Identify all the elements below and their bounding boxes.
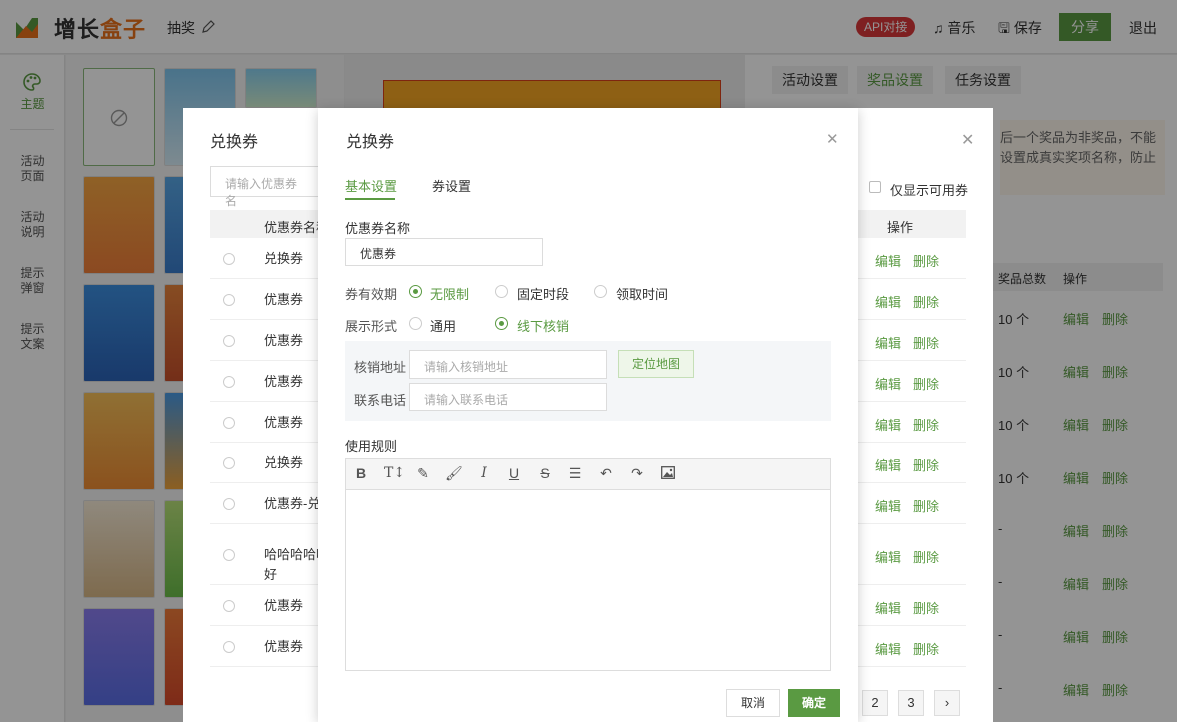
row-radio[interactable] — [223, 334, 235, 347]
page-3-button[interactable]: 3 — [898, 690, 924, 716]
display-general-radio[interactable] — [409, 317, 422, 330]
bold-icon[interactable]: B — [353, 465, 369, 481]
validity-unlimited-radio[interactable] — [409, 285, 422, 298]
image-icon[interactable] — [661, 466, 675, 479]
validity-unlimited-label[interactable]: 无限制 — [430, 284, 469, 303]
row-radio[interactable] — [223, 375, 235, 388]
display-general-label[interactable]: 通用 — [430, 316, 456, 335]
next-page-button[interactable]: › — [934, 690, 960, 716]
address-input[interactable]: 请输入核销地址 — [409, 350, 607, 379]
row-radio[interactable] — [223, 497, 235, 510]
validity-label: 券有效期 — [345, 287, 398, 302]
delete-link[interactable]: 删除 — [913, 374, 939, 393]
tab-basic-settings[interactable]: 基本设置 — [345, 176, 397, 195]
row-radio[interactable] — [223, 640, 235, 653]
delete-link[interactable]: 删除 — [913, 496, 939, 515]
page-2-button[interactable]: 2 — [862, 690, 888, 716]
validity-fixed-label[interactable]: 固定时段 — [517, 284, 569, 303]
strikethrough-icon[interactable]: S — [537, 465, 553, 481]
rule-editor[interactable] — [345, 490, 831, 671]
row-radio[interactable] — [223, 293, 235, 306]
edit-link[interactable]: 编辑 — [875, 251, 901, 270]
row-radio[interactable] — [223, 457, 235, 469]
display-label: 展示形式 — [345, 319, 398, 334]
delete-link[interactable]: 删除 — [913, 455, 939, 474]
edit-link[interactable]: 编辑 — [875, 598, 901, 617]
coupon-name-input[interactable]: 优惠券 — [345, 238, 543, 266]
display-offline-radio[interactable] — [495, 317, 508, 330]
delete-link[interactable]: 删除 — [913, 292, 939, 311]
close-icon[interactable]: ✕ — [826, 130, 839, 148]
only-available-label: 仅显示可用券 — [890, 183, 969, 198]
delete-link[interactable]: 删除 — [913, 547, 939, 566]
tab-coupon-settings[interactable]: 券设置 — [432, 176, 471, 195]
text-size-icon[interactable]: T↕ — [384, 465, 405, 481]
only-available-checkbox[interactable] — [869, 181, 881, 193]
coupon-name-label: 优惠券名称 — [345, 221, 411, 236]
edit-link[interactable]: 编辑 — [875, 496, 901, 515]
undo-icon[interactable]: ↶ — [598, 465, 614, 482]
coupon-select-title: 兑换券 — [210, 134, 259, 151]
edit-link[interactable]: 编辑 — [875, 333, 901, 352]
align-icon[interactable]: ☰ — [567, 465, 583, 482]
col-op: 操作 — [887, 220, 914, 235]
edit-link[interactable]: 编辑 — [875, 292, 901, 311]
address-label: 核销地址 — [354, 360, 407, 375]
display-offline-label[interactable]: 线下核销 — [517, 316, 569, 335]
italic-icon[interactable]: I — [476, 465, 492, 481]
edit-link[interactable]: 编辑 — [875, 547, 901, 566]
validity-claim-radio[interactable] — [594, 285, 607, 298]
dialog-title: 兑换券 — [346, 134, 395, 151]
phone-input[interactable]: 请输入联系电话 — [409, 383, 607, 411]
locate-map-button[interactable]: 定位地图 — [618, 350, 694, 378]
brush-icon[interactable]: 🖌 — [445, 465, 463, 482]
confirm-button[interactable]: 确定 — [788, 689, 840, 717]
edit-link[interactable]: 编辑 — [875, 639, 901, 658]
row-radio[interactable] — [223, 252, 235, 265]
cancel-button[interactable]: 取消 — [726, 689, 780, 717]
delete-link[interactable]: 删除 — [913, 415, 939, 434]
row-radio[interactable] — [223, 416, 235, 429]
row-radio[interactable] — [223, 599, 235, 612]
phone-label: 联系电话 — [354, 393, 407, 408]
validity-fixed-radio[interactable] — [495, 285, 508, 298]
row-radio[interactable] — [223, 548, 235, 561]
delete-link[interactable]: 删除 — [913, 598, 939, 617]
edit-link[interactable]: 编辑 — [875, 415, 901, 434]
usage-rule-label: 使用规则 — [345, 439, 398, 454]
close-icon[interactable]: ✕ — [961, 130, 974, 150]
edit-link[interactable]: 编辑 — [875, 374, 901, 393]
delete-link[interactable]: 删除 — [913, 251, 939, 270]
active-tab-indicator — [345, 198, 395, 200]
edit-link[interactable]: 编辑 — [875, 455, 901, 474]
highlighter-icon[interactable]: ✎ — [415, 465, 431, 482]
validity-claim-label[interactable]: 领取时间 — [616, 284, 668, 303]
delete-link[interactable]: 删除 — [913, 333, 939, 352]
underline-icon[interactable]: U — [506, 465, 522, 481]
delete-link[interactable]: 删除 — [913, 639, 939, 658]
redo-icon[interactable]: ↷ — [629, 465, 645, 482]
coupon-search-input[interactable]: 请输入优惠券名 — [210, 166, 320, 208]
